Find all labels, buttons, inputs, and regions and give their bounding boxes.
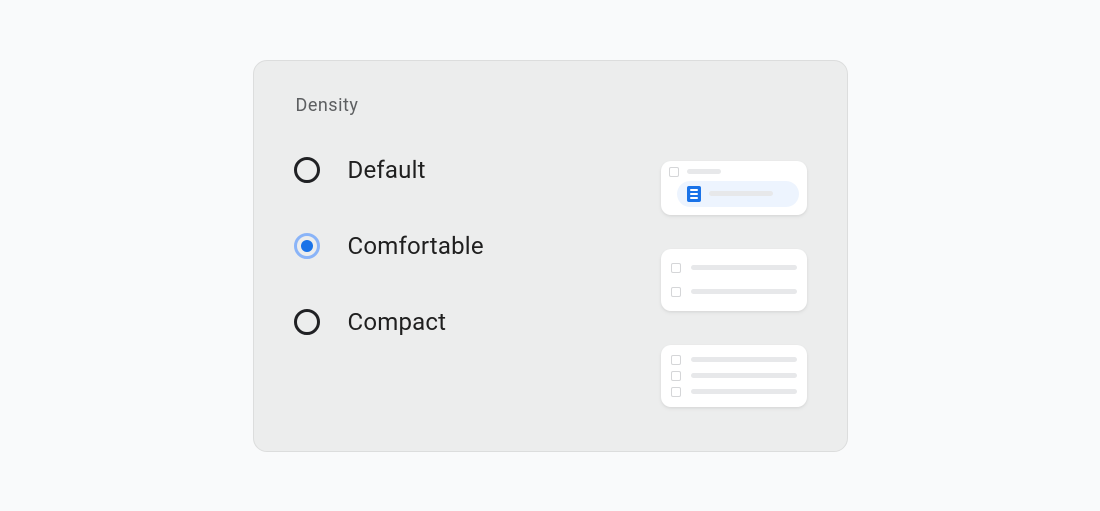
option-compact-label: Compact	[348, 308, 447, 336]
option-default-label: Default	[348, 156, 426, 184]
card-title: Density	[296, 95, 807, 116]
preview-default	[661, 161, 807, 215]
radio-comfortable[interactable]	[294, 233, 320, 259]
placeholder-bar	[691, 389, 797, 394]
checkbox-icon	[671, 355, 681, 365]
placeholder-bar	[691, 373, 797, 378]
radio-default[interactable]	[294, 157, 320, 183]
placeholder-bar	[709, 191, 773, 196]
placeholder-bar	[691, 357, 797, 362]
placeholder-bar	[687, 169, 721, 174]
checkbox-icon	[671, 263, 681, 273]
radio-compact[interactable]	[294, 309, 320, 335]
placeholder-bar	[691, 265, 797, 270]
density-card: Density Default Comfortable Compact	[253, 60, 848, 452]
checkbox-icon	[671, 371, 681, 381]
density-previews	[661, 161, 807, 407]
preview-default-chip	[677, 181, 799, 207]
option-comfortable-label: Comfortable	[348, 232, 484, 260]
checkbox-icon	[671, 387, 681, 397]
checkbox-icon	[669, 167, 679, 177]
preview-comfortable	[661, 249, 807, 311]
document-icon	[687, 186, 701, 202]
checkbox-icon	[671, 287, 681, 297]
placeholder-bar	[691, 289, 797, 294]
preview-compact	[661, 345, 807, 407]
